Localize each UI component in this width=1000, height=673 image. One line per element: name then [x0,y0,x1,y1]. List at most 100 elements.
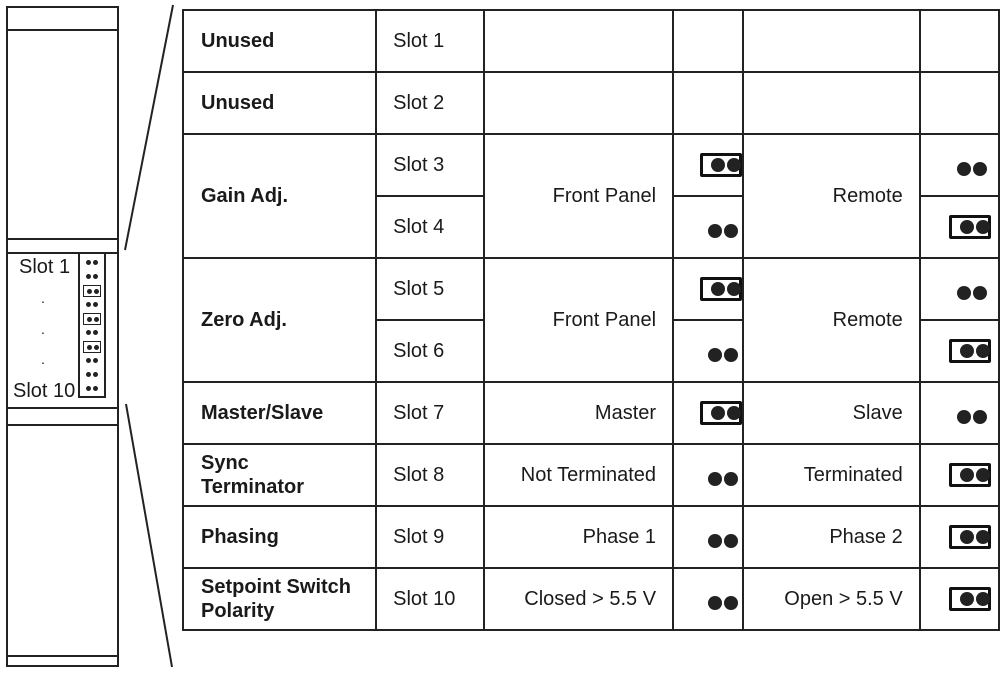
table-row: Unused Slot 2 [181,71,1000,135]
table-row: Master/Slave Slot 7 Master Slave [181,381,1000,445]
option-a-label: Phase 1 [483,505,675,569]
pin-icon [93,274,98,279]
option-b-label [742,9,921,73]
jumper-open-icon [949,401,991,425]
option-a-label: Front Panel [483,257,675,383]
pin-icon [86,358,91,363]
jumper-open-icon [700,463,742,487]
ellipsis-dot: . [41,290,45,306]
jumper-cell [672,319,745,383]
slot-label: Slot 7 [375,381,486,445]
function-name: Sync Terminator [181,443,378,507]
strip-jumper-open [83,299,101,311]
jumper-cell [918,9,1000,73]
jumper-open-icon [700,525,742,549]
table-row: Phasing Slot 9 Phase 1 Phase 2 [181,505,1000,569]
slot-label: Slot 1 [375,9,486,73]
jumper-open-icon [700,587,742,611]
strip-jumper-installed [83,285,101,297]
option-b-label: Open > 5.5 V [742,567,921,631]
pin-icon [708,596,723,610]
strip-jumper-installed [83,313,101,325]
pin-icon [711,158,726,172]
pin-icon [976,468,991,482]
pin-icon [86,274,91,279]
jumper-cell [918,443,1000,507]
jumper-cell [672,195,745,259]
function-name: Unused [181,71,378,135]
panel-divider [8,424,117,426]
pin-icon [724,472,739,486]
pin-icon [960,468,975,482]
jumper-cell [918,257,1000,321]
jumper-cell [918,505,1000,569]
strip-jumper-open [83,355,101,367]
strip-first-slot-label: Slot 1 [19,256,71,278]
option-a-label [483,71,675,135]
option-b-label: Phase 2 [742,505,921,569]
ellipsis-dot: . [41,351,45,367]
slot-label: Slot 6 [375,319,486,383]
pin-icon [708,348,723,362]
pin-icon [86,386,91,391]
jumper-cell [918,567,1000,631]
pin-icon [976,530,991,544]
pin-icon [94,289,99,294]
pin-icon [976,344,991,358]
pin-icon [711,282,726,296]
strip-jumper-open [83,383,101,395]
jumper-cell [672,567,745,631]
callout-line-bottom [125,403,173,668]
option-a-label: Master [483,381,675,445]
option-a-label: Not Terminated [483,443,675,507]
function-name: Setpoint Switch Polarity [181,567,378,631]
jumper-installed-icon [949,215,992,239]
jumper-cell [918,319,1000,383]
option-b-label: Slave [742,381,921,445]
pin-icon [957,286,972,300]
function-name: Gain Adj. [181,133,378,259]
jumper-installed-icon [700,153,743,177]
pin-icon [957,162,972,176]
function-name: Unused [181,9,378,73]
pin-icon [724,534,739,548]
pin-icon [94,345,99,350]
table-row: Unused Slot 1 [181,9,1000,73]
pin-icon [960,344,975,358]
pin-icon [93,386,98,391]
jumper-cell [918,381,1000,445]
pin-icon [724,596,739,610]
pin-icon [708,472,723,486]
slot-label: Slot 2 [375,71,486,135]
pin-icon [973,410,988,424]
slot-label: Slot 10 [375,567,486,631]
pin-icon [727,158,742,172]
jumper-cell [918,133,1000,197]
strip-jumper-installed [83,341,101,353]
option-a-label: Front Panel [483,133,675,259]
option-b-label [742,71,921,135]
pin-icon [976,592,991,606]
panel-divider [8,238,117,240]
strip-jumper-open [83,271,101,283]
function-name: Zero Adj. [181,257,378,383]
function-name: Master/Slave [181,381,378,445]
jumper-open-icon [949,277,991,301]
pin-icon [86,372,91,377]
table-row: Sync Terminator Slot 8 Not Terminated Termin… [181,443,1000,507]
pin-icon [960,530,975,544]
slot-label: Slot 4 [375,195,486,259]
option-b-label: Remote [742,133,921,259]
strip-jumper-open [83,257,101,269]
pin-icon [711,406,726,420]
jumper-cell [672,71,745,135]
callout-line-top [124,4,174,251]
pin-icon [727,406,742,420]
jumper-cell [918,71,1000,135]
pin-icon [960,592,975,606]
jumper-cell [672,133,745,197]
jumper-cell [918,195,1000,259]
jumper-cell [672,9,745,73]
pin-icon [93,358,98,363]
pin-icon [86,302,91,307]
